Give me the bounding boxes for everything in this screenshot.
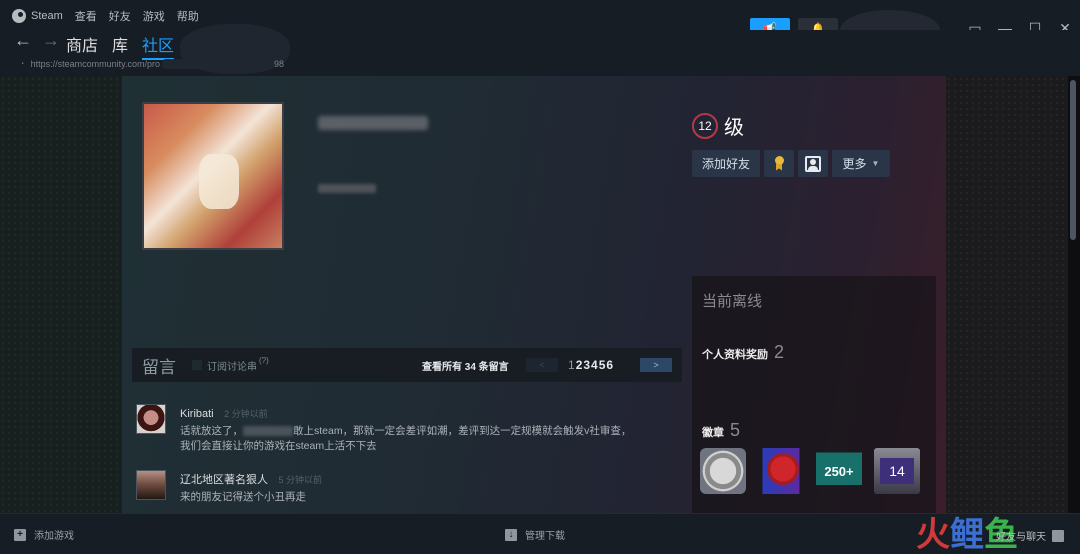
user-profile-icon bbox=[805, 155, 821, 172]
bottom-bar: + 添加游戏 ↓ 管理下载 火 鲤 鱼 好友与聊天 bbox=[0, 513, 1080, 554]
friends-chat-button[interactable]: 好友与聊天 bbox=[996, 528, 1064, 543]
commenter-avatar[interactable] bbox=[136, 470, 166, 500]
comments-title: 留言 bbox=[142, 357, 176, 377]
steam-logo-icon bbox=[12, 9, 26, 23]
profile-avatar bbox=[142, 102, 284, 250]
profile-rewards[interactable]: 个人资料奖励 2 bbox=[702, 342, 784, 363]
url-suffix: 98 bbox=[273, 59, 284, 69]
profile-name-masked bbox=[318, 116, 428, 130]
steam-client-window: Steam 查看 好友 游戏 帮助 📢 🔔 ▭ — ☐ ✕ ← → 商店 库 社… bbox=[0, 0, 1080, 554]
url-prefix: https://steamcommunity.com/pro bbox=[30, 59, 160, 69]
level-label: 级 bbox=[724, 117, 744, 139]
background-pattern-right bbox=[946, 76, 1068, 513]
page-links[interactable]: 23456 bbox=[576, 358, 614, 372]
manage-downloads-label: 管理下载 bbox=[525, 531, 565, 542]
tab-library[interactable]: 库 bbox=[112, 32, 128, 60]
url-masked bbox=[161, 59, 272, 69]
comment-item: 辽北地区著名狠人 5 分钟以前 来的朋友记得送个小丑再走 bbox=[136, 470, 322, 505]
comment-text-part: 敢上steam，那就一定会差评如潮，差评到达一定规模就会触发v社审查， bbox=[293, 425, 632, 437]
tab-community[interactable]: 社区 bbox=[142, 32, 175, 60]
next-page-button[interactable]: > bbox=[640, 358, 672, 372]
comment-time: 5 分钟以前 bbox=[278, 475, 322, 485]
comment-body: 辽北地区著名狠人 5 分钟以前 来的朋友记得送个小丑再走 bbox=[180, 470, 322, 505]
caret-down-icon: ▼ bbox=[871, 159, 880, 168]
profile-actions: 添加好友 更多 ▼ bbox=[692, 150, 894, 177]
menu-help[interactable]: 帮助 bbox=[177, 8, 199, 24]
comment-author[interactable]: 辽北地区著名狠人 bbox=[180, 474, 268, 486]
add-game-button[interactable]: + 添加游戏 bbox=[14, 527, 74, 542]
badges-label: 徽章 bbox=[702, 427, 724, 439]
view-all-comments-link[interactable]: 查看所有 34 条留言 bbox=[422, 358, 509, 373]
subscribe-checkbox[interactable] bbox=[192, 360, 202, 370]
main-tabs: 商店 库 社区 bbox=[66, 32, 188, 60]
profile-content: 12 级 添加好友 更多 ▼ 留言 订阅讨论串 (?) 查看所有 34 条留言 … bbox=[122, 76, 946, 513]
more-label: 更多 bbox=[842, 157, 867, 171]
years-of-service-badge-icon[interactable]: 14 bbox=[874, 448, 920, 494]
menu-steam[interactable]: Steam bbox=[31, 10, 63, 22]
history-arrows: ← → bbox=[14, 30, 70, 51]
plus-icon: + bbox=[14, 528, 26, 541]
award-icon bbox=[774, 155, 784, 172]
page-numbers: 123456 bbox=[568, 358, 614, 372]
comment-author[interactable]: Kiribati bbox=[180, 408, 214, 420]
url-bar[interactable]: ⠐ https://steamcommunity.com/pro 98 bbox=[18, 59, 284, 70]
profile-subtitle-masked bbox=[318, 184, 376, 193]
navigation-bar: ← → 商店 库 社区 ⠐ https://steamcommunity.com… bbox=[0, 24, 1080, 76]
silver-coin-badge-icon[interactable] bbox=[700, 448, 746, 494]
comments-header: 留言 订阅讨论串 (?) 查看所有 34 条留言 < 123456 > bbox=[132, 348, 682, 382]
title-bar: Steam 查看 好友 游戏 帮助 📢 🔔 ▭ — ☐ ✕ bbox=[0, 0, 1080, 50]
commenter-avatar[interactable] bbox=[136, 404, 166, 434]
forward-arrow-icon[interactable]: → bbox=[42, 30, 60, 51]
profile-level: 12 级 bbox=[692, 111, 744, 140]
comment-text: 来的朋友记得送个小丑再走 bbox=[180, 491, 306, 503]
comment-body: Kiribati 2 分钟以前 话就放这了， 敢上steam，那就一定会差评如潮，… bbox=[180, 404, 631, 454]
subscribe-thread[interactable]: 订阅讨论串 (?) bbox=[192, 356, 269, 373]
back-arrow-icon[interactable]: ← bbox=[14, 30, 32, 51]
masked-text bbox=[243, 426, 293, 437]
add-friend-button[interactable]: 添加好友 bbox=[692, 150, 760, 177]
menu-bar: Steam 查看 好友 游戏 帮助 bbox=[12, 8, 211, 24]
badges-count: 5 bbox=[730, 420, 741, 440]
menu-games[interactable]: 游戏 bbox=[143, 8, 165, 24]
rewards-count: 2 bbox=[774, 342, 785, 362]
add-game-label: 添加游戏 bbox=[34, 531, 74, 542]
background-pattern-left bbox=[0, 76, 122, 513]
subscribe-label: 订阅讨论串 bbox=[207, 361, 257, 373]
watermark-char: 火 bbox=[916, 516, 950, 554]
profile-page: 12 级 添加好友 更多 ▼ 留言 订阅讨论串 (?) 查看所有 34 条留言 … bbox=[0, 76, 1080, 513]
view-profile-button[interactable] bbox=[798, 150, 828, 177]
red-seal-badge-icon[interactable] bbox=[758, 448, 804, 494]
rewards-label: 个人资料奖励 bbox=[702, 349, 768, 361]
menu-friends[interactable]: 好友 bbox=[109, 8, 131, 24]
prev-page-button[interactable]: < bbox=[526, 358, 558, 372]
friends-chat-label: 好友与聊天 bbox=[996, 532, 1046, 543]
lock-icon: ⠐ bbox=[18, 59, 25, 69]
tab-store[interactable]: 商店 bbox=[66, 32, 98, 60]
profile-sidebar: 当前离线 个人资料奖励 2 徽章 5 250+ 14 bbox=[692, 276, 936, 513]
give-award-button[interactable] bbox=[764, 150, 794, 177]
online-status: 当前离线 bbox=[702, 293, 763, 310]
manage-downloads-button[interactable]: ↓ 管理下载 bbox=[505, 527, 565, 542]
friends-icon bbox=[1052, 529, 1064, 542]
current-page: 1 bbox=[568, 358, 576, 372]
reviews-250-badge-icon[interactable]: 250+ bbox=[816, 448, 862, 494]
level-badge: 12 bbox=[692, 112, 718, 139]
comment-text: 话就放这了， 敢上steam，那就一定会差评如潮，差评到达一定规模就会触发v社审查… bbox=[180, 424, 631, 454]
scrollbar-thumb[interactable] bbox=[1070, 80, 1076, 240]
watermark-char: 鲤 bbox=[950, 516, 984, 554]
badge-list: 250+ 14 bbox=[700, 448, 932, 494]
comment-text-line: 我们会直接让你的游戏在steam上活不下去 bbox=[180, 440, 377, 452]
years-badge-number: 14 bbox=[880, 458, 914, 484]
comment-time: 2 分钟以前 bbox=[224, 409, 268, 419]
help-icon[interactable]: (?) bbox=[259, 356, 269, 365]
badges-header[interactable]: 徽章 5 bbox=[702, 420, 740, 441]
comment-item: Kiribati 2 分钟以前 话就放这了， 敢上steam，那就一定会差评如潮，… bbox=[136, 404, 631, 454]
comment-text-part: 话就放这了， bbox=[180, 425, 243, 437]
menu-view[interactable]: 查看 bbox=[75, 8, 97, 24]
more-dropdown[interactable]: 更多 ▼ bbox=[832, 150, 890, 177]
download-icon: ↓ bbox=[505, 528, 517, 541]
